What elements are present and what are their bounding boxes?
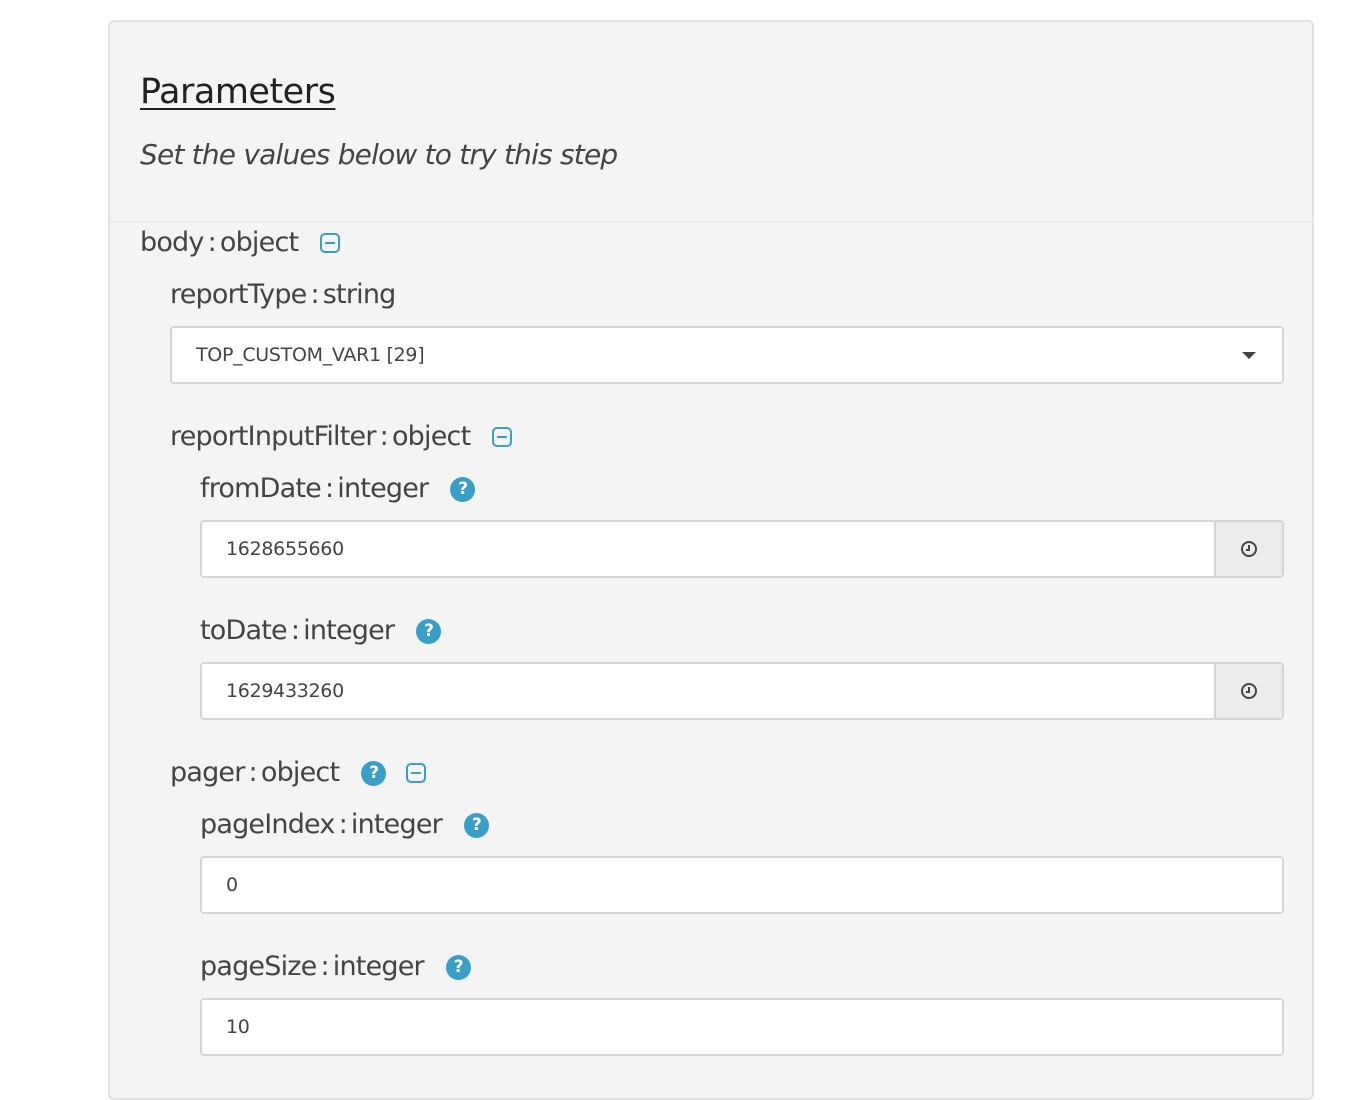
- help-icon[interactable]: ?: [445, 954, 471, 980]
- from-date-input[interactable]: 1628655660: [200, 520, 1284, 578]
- param-name: pageIndex: [200, 809, 335, 840]
- from-date-value: 1628655660: [226, 538, 344, 560]
- page-size-input[interactable]: 10: [200, 998, 1284, 1056]
- param-name: toDate: [200, 615, 288, 646]
- separator: :: [324, 473, 334, 504]
- param-name: pager: [170, 757, 245, 788]
- from-date-picker-button[interactable]: [1214, 522, 1282, 576]
- to-date-input[interactable]: 1629433260: [200, 662, 1284, 720]
- to-date-label: toDate : integer ?: [200, 614, 442, 648]
- section-subtitle: Set the values below to try this step: [140, 138, 618, 171]
- report-type-label: reportType : string: [170, 278, 396, 312]
- help-icon[interactable]: ?: [463, 812, 489, 838]
- to-date-picker-button[interactable]: [1214, 664, 1282, 718]
- param-type: object: [391, 421, 471, 452]
- page-index-value: 0: [226, 874, 238, 896]
- param-type: object: [260, 757, 340, 788]
- page-size-value: 10: [226, 1016, 250, 1038]
- to-date-value: 1629433260: [226, 680, 344, 702]
- separator: :: [248, 757, 258, 788]
- param-name: reportInputFilter: [170, 421, 376, 452]
- clock-icon: [1241, 683, 1257, 699]
- separator: :: [290, 615, 300, 646]
- separator: :: [207, 227, 217, 258]
- collapse-icon[interactable]: [492, 427, 513, 447]
- help-icon[interactable]: ?: [416, 618, 442, 644]
- clock-icon: [1241, 541, 1257, 557]
- pager-label: pager : object ?: [170, 756, 427, 790]
- param-name: body: [140, 227, 204, 258]
- param-name: pageSize: [200, 951, 317, 982]
- body-label: body : object: [140, 226, 341, 260]
- help-icon[interactable]: ?: [450, 476, 476, 502]
- separator: :: [338, 809, 348, 840]
- separator: :: [310, 279, 319, 310]
- report-type-value: TOP_CUSTOM_VAR1 [29]: [196, 344, 425, 366]
- separator: :: [320, 951, 329, 982]
- caret-down-icon: [1242, 351, 1256, 359]
- section-title: Parameters: [140, 72, 336, 112]
- page-size-label: pageSize : integer ?: [200, 950, 471, 984]
- param-type: integer: [337, 473, 429, 504]
- param-type: object: [219, 227, 299, 258]
- help-icon[interactable]: ?: [361, 760, 387, 786]
- page-index-input[interactable]: 0: [200, 856, 1284, 914]
- collapse-icon[interactable]: [406, 763, 427, 783]
- param-type: integer: [303, 615, 395, 646]
- divider: [110, 221, 1314, 222]
- param-type: string: [322, 279, 397, 310]
- param-type: integer: [350, 809, 443, 840]
- param-name: reportType: [170, 279, 307, 310]
- report-type-select[interactable]: TOP_CUSTOM_VAR1 [29]: [170, 326, 1284, 384]
- from-date-label: fromDate : integer ?: [200, 472, 476, 506]
- page-index-label: pageIndex : integer ?: [200, 808, 489, 842]
- param-name: fromDate: [200, 473, 322, 504]
- collapse-icon[interactable]: [320, 233, 341, 253]
- separator: :: [379, 421, 389, 452]
- report-input-filter-label: reportInputFilter : object: [170, 420, 513, 454]
- param-type: integer: [332, 951, 425, 982]
